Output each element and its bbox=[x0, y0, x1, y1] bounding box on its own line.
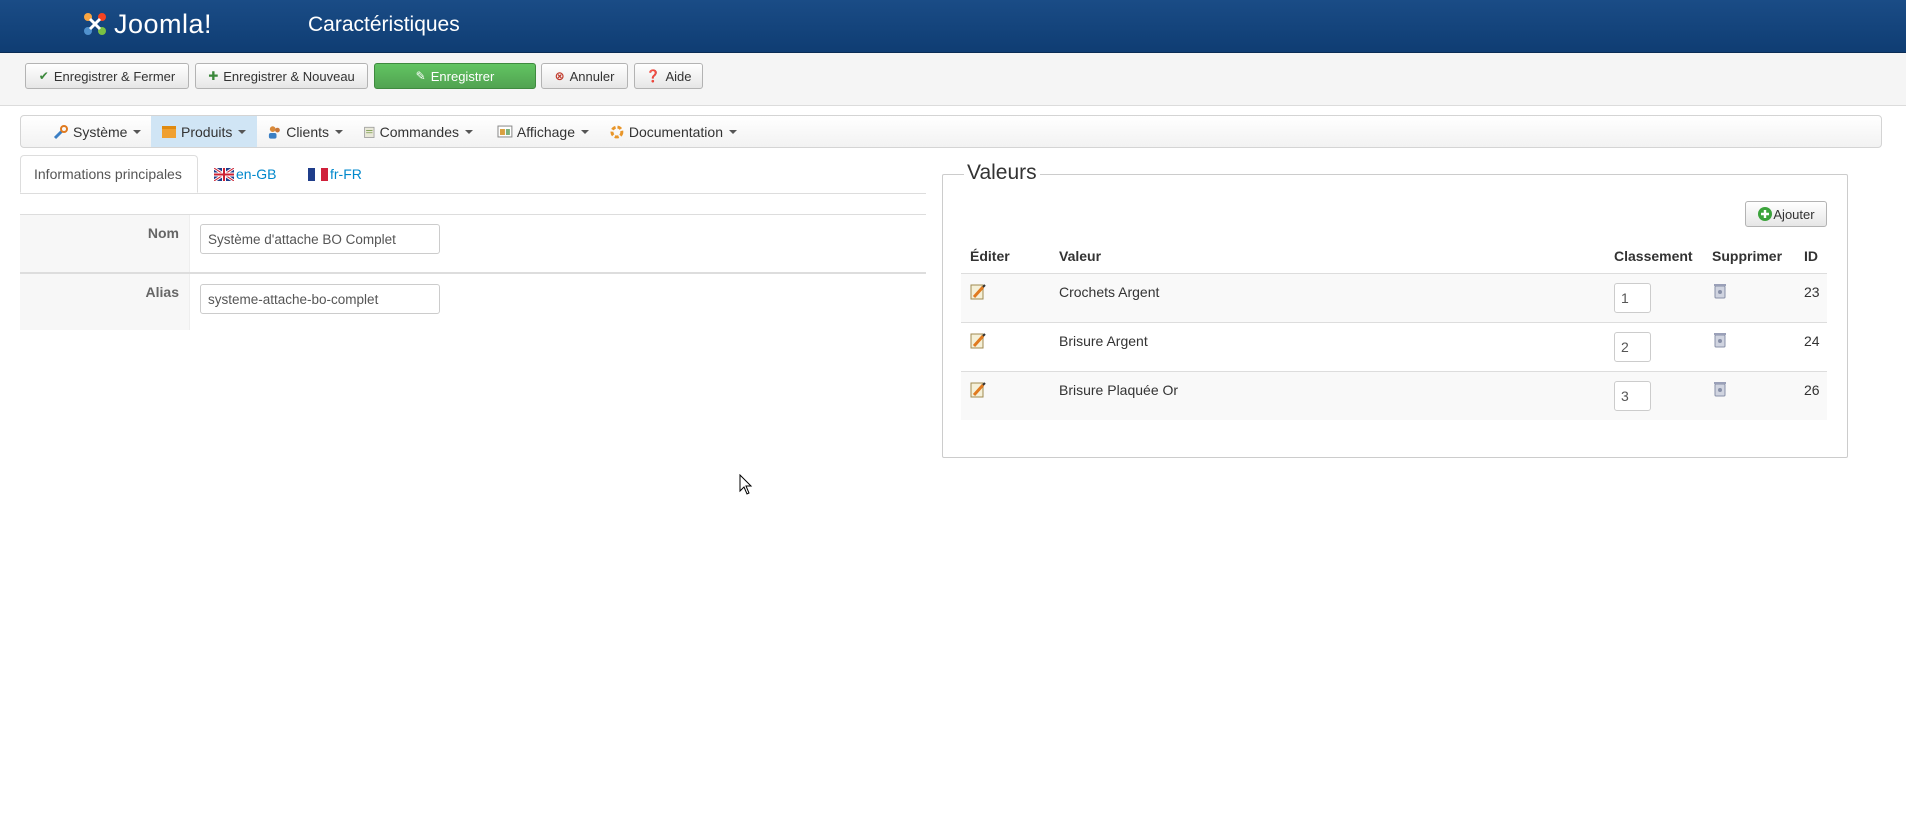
add-icon bbox=[1758, 207, 1773, 221]
chevron-down-icon bbox=[729, 129, 737, 134]
users-icon bbox=[268, 125, 280, 139]
id-cell: 24 bbox=[1804, 333, 1820, 349]
orders-icon bbox=[364, 126, 375, 138]
chevron-down-icon bbox=[465, 129, 473, 134]
menu-commandes[interactable]: Commandes bbox=[353, 116, 483, 147]
order-input[interactable] bbox=[1614, 283, 1651, 313]
col-header-id: ID bbox=[1804, 248, 1818, 264]
wrench-icon bbox=[53, 124, 68, 139]
save-label: Enregistrer bbox=[430, 68, 495, 84]
col-header-delete: Supprimer bbox=[1712, 248, 1783, 264]
app-header: Joomla! Caractéristiques bbox=[0, 0, 1906, 53]
form-label-cell: Nom bbox=[20, 215, 190, 273]
chevron-down-icon bbox=[133, 129, 142, 134]
alias-label: Alias bbox=[145, 284, 179, 300]
tab-bar: Informations principales en-GB fr-FR bbox=[20, 155, 926, 194]
menu-produits-label: Produits bbox=[181, 123, 233, 140]
page-title: Caractéristiques bbox=[308, 13, 460, 36]
cancel-icon: ⊗ bbox=[554, 69, 565, 83]
edit-icon: ✎ bbox=[415, 69, 426, 83]
nom-field[interactable] bbox=[200, 224, 440, 254]
menu-documentation[interactable]: Documentation bbox=[599, 116, 747, 147]
tab-en-gb[interactable]: en-GB bbox=[214, 155, 276, 193]
documentation-icon bbox=[610, 125, 624, 138]
mouse-cursor-icon bbox=[739, 474, 753, 495]
table-row: Brisure Argent 24 bbox=[961, 322, 1827, 371]
tab-fr-fr-label: fr-FR bbox=[330, 166, 362, 182]
save-close-label: Enregistrer & Fermer bbox=[53, 68, 176, 84]
table-row: Brisure Plaquée Or 26 bbox=[961, 371, 1827, 420]
check-icon: ✔ bbox=[38, 69, 49, 83]
menu-commandes-label: Commandes bbox=[379, 123, 459, 140]
chevron-down-icon bbox=[238, 129, 247, 134]
col-header-order: Classement bbox=[1614, 248, 1693, 264]
products-icon bbox=[162, 125, 176, 138]
form-label-cell: Alias bbox=[20, 274, 190, 330]
add-value-button[interactable]: Ajouter bbox=[1745, 201, 1827, 227]
trash-icon[interactable] bbox=[1713, 283, 1727, 299]
alias-field[interactable] bbox=[200, 284, 440, 314]
tab-fr-fr[interactable]: fr-FR bbox=[308, 155, 362, 193]
edit-icon[interactable] bbox=[969, 381, 987, 399]
display-icon bbox=[497, 125, 513, 137]
form-row-alias: Alias bbox=[20, 272, 926, 330]
tab-en-gb-label: en-GB bbox=[236, 166, 277, 182]
col-header-value: Valeur bbox=[1059, 248, 1102, 264]
save-close-button[interactable]: ✔ Enregistrer & Fermer bbox=[25, 63, 189, 89]
id-cell: 26 bbox=[1804, 382, 1820, 398]
form-row-nom: Nom bbox=[20, 214, 926, 273]
nom-label: Nom bbox=[147, 225, 179, 241]
menu-clients[interactable]: Clients bbox=[257, 116, 353, 147]
tab-informations-principales[interactable]: Informations principales bbox=[20, 155, 198, 193]
joomla-logo[interactable]: Joomla! bbox=[80, 7, 212, 41]
menu-clients-label: Clients bbox=[286, 123, 329, 140]
joomla-logo-icon bbox=[84, 13, 106, 35]
help-label: Aide bbox=[665, 68, 692, 84]
menu-affichage-label: Affichage bbox=[516, 123, 575, 140]
save-button[interactable]: ✎ Enregistrer bbox=[374, 63, 536, 89]
menu-affichage[interactable]: Affichage bbox=[487, 116, 599, 147]
component-menu: Système Produits Clients Commandes Affic… bbox=[20, 115, 1882, 148]
help-button[interactable]: ❓ Aide bbox=[634, 63, 703, 89]
edit-icon[interactable] bbox=[969, 283, 987, 301]
toolbar: ✔ Enregistrer & Fermer ✚ Enregistrer & N… bbox=[0, 53, 1906, 106]
trash-icon[interactable] bbox=[1713, 381, 1727, 397]
uk-flag-icon bbox=[214, 167, 234, 181]
value-cell: Crochets Argent bbox=[1059, 284, 1160, 300]
fr-flag-icon bbox=[308, 167, 328, 181]
value-cell: Brisure Plaquée Or bbox=[1059, 382, 1179, 398]
menu-documentation-label: Documentation bbox=[628, 123, 723, 140]
add-value-label: Ajouter bbox=[1773, 206, 1815, 222]
save-new-label: Enregistrer & Nouveau bbox=[223, 68, 355, 84]
trash-icon[interactable] bbox=[1713, 332, 1727, 348]
plus-icon: ✚ bbox=[208, 69, 219, 83]
cancel-label: Annuler bbox=[569, 68, 615, 84]
chevron-down-icon bbox=[581, 129, 589, 134]
save-new-button[interactable]: ✚ Enregistrer & Nouveau bbox=[195, 63, 368, 89]
help-icon: ❓ bbox=[645, 69, 661, 83]
id-cell: 23 bbox=[1804, 284, 1820, 300]
menu-systeme-label: Système bbox=[73, 123, 128, 140]
edit-icon[interactable] bbox=[969, 332, 987, 350]
chevron-down-icon bbox=[335, 129, 343, 134]
order-input[interactable] bbox=[1614, 381, 1651, 411]
col-header-edit: Éditer bbox=[970, 248, 1010, 264]
cancel-button[interactable]: ⊗ Annuler bbox=[541, 63, 628, 89]
value-cell: Brisure Argent bbox=[1059, 333, 1148, 349]
table-row: Crochets Argent 23 bbox=[961, 273, 1827, 322]
order-input[interactable] bbox=[1614, 332, 1651, 362]
menu-produits[interactable]: Produits bbox=[151, 116, 257, 147]
tab-main-label: Informations principales bbox=[34, 166, 182, 182]
values-legend: Valeurs bbox=[964, 161, 1040, 185]
logo-text: Joomla! bbox=[114, 8, 213, 39]
